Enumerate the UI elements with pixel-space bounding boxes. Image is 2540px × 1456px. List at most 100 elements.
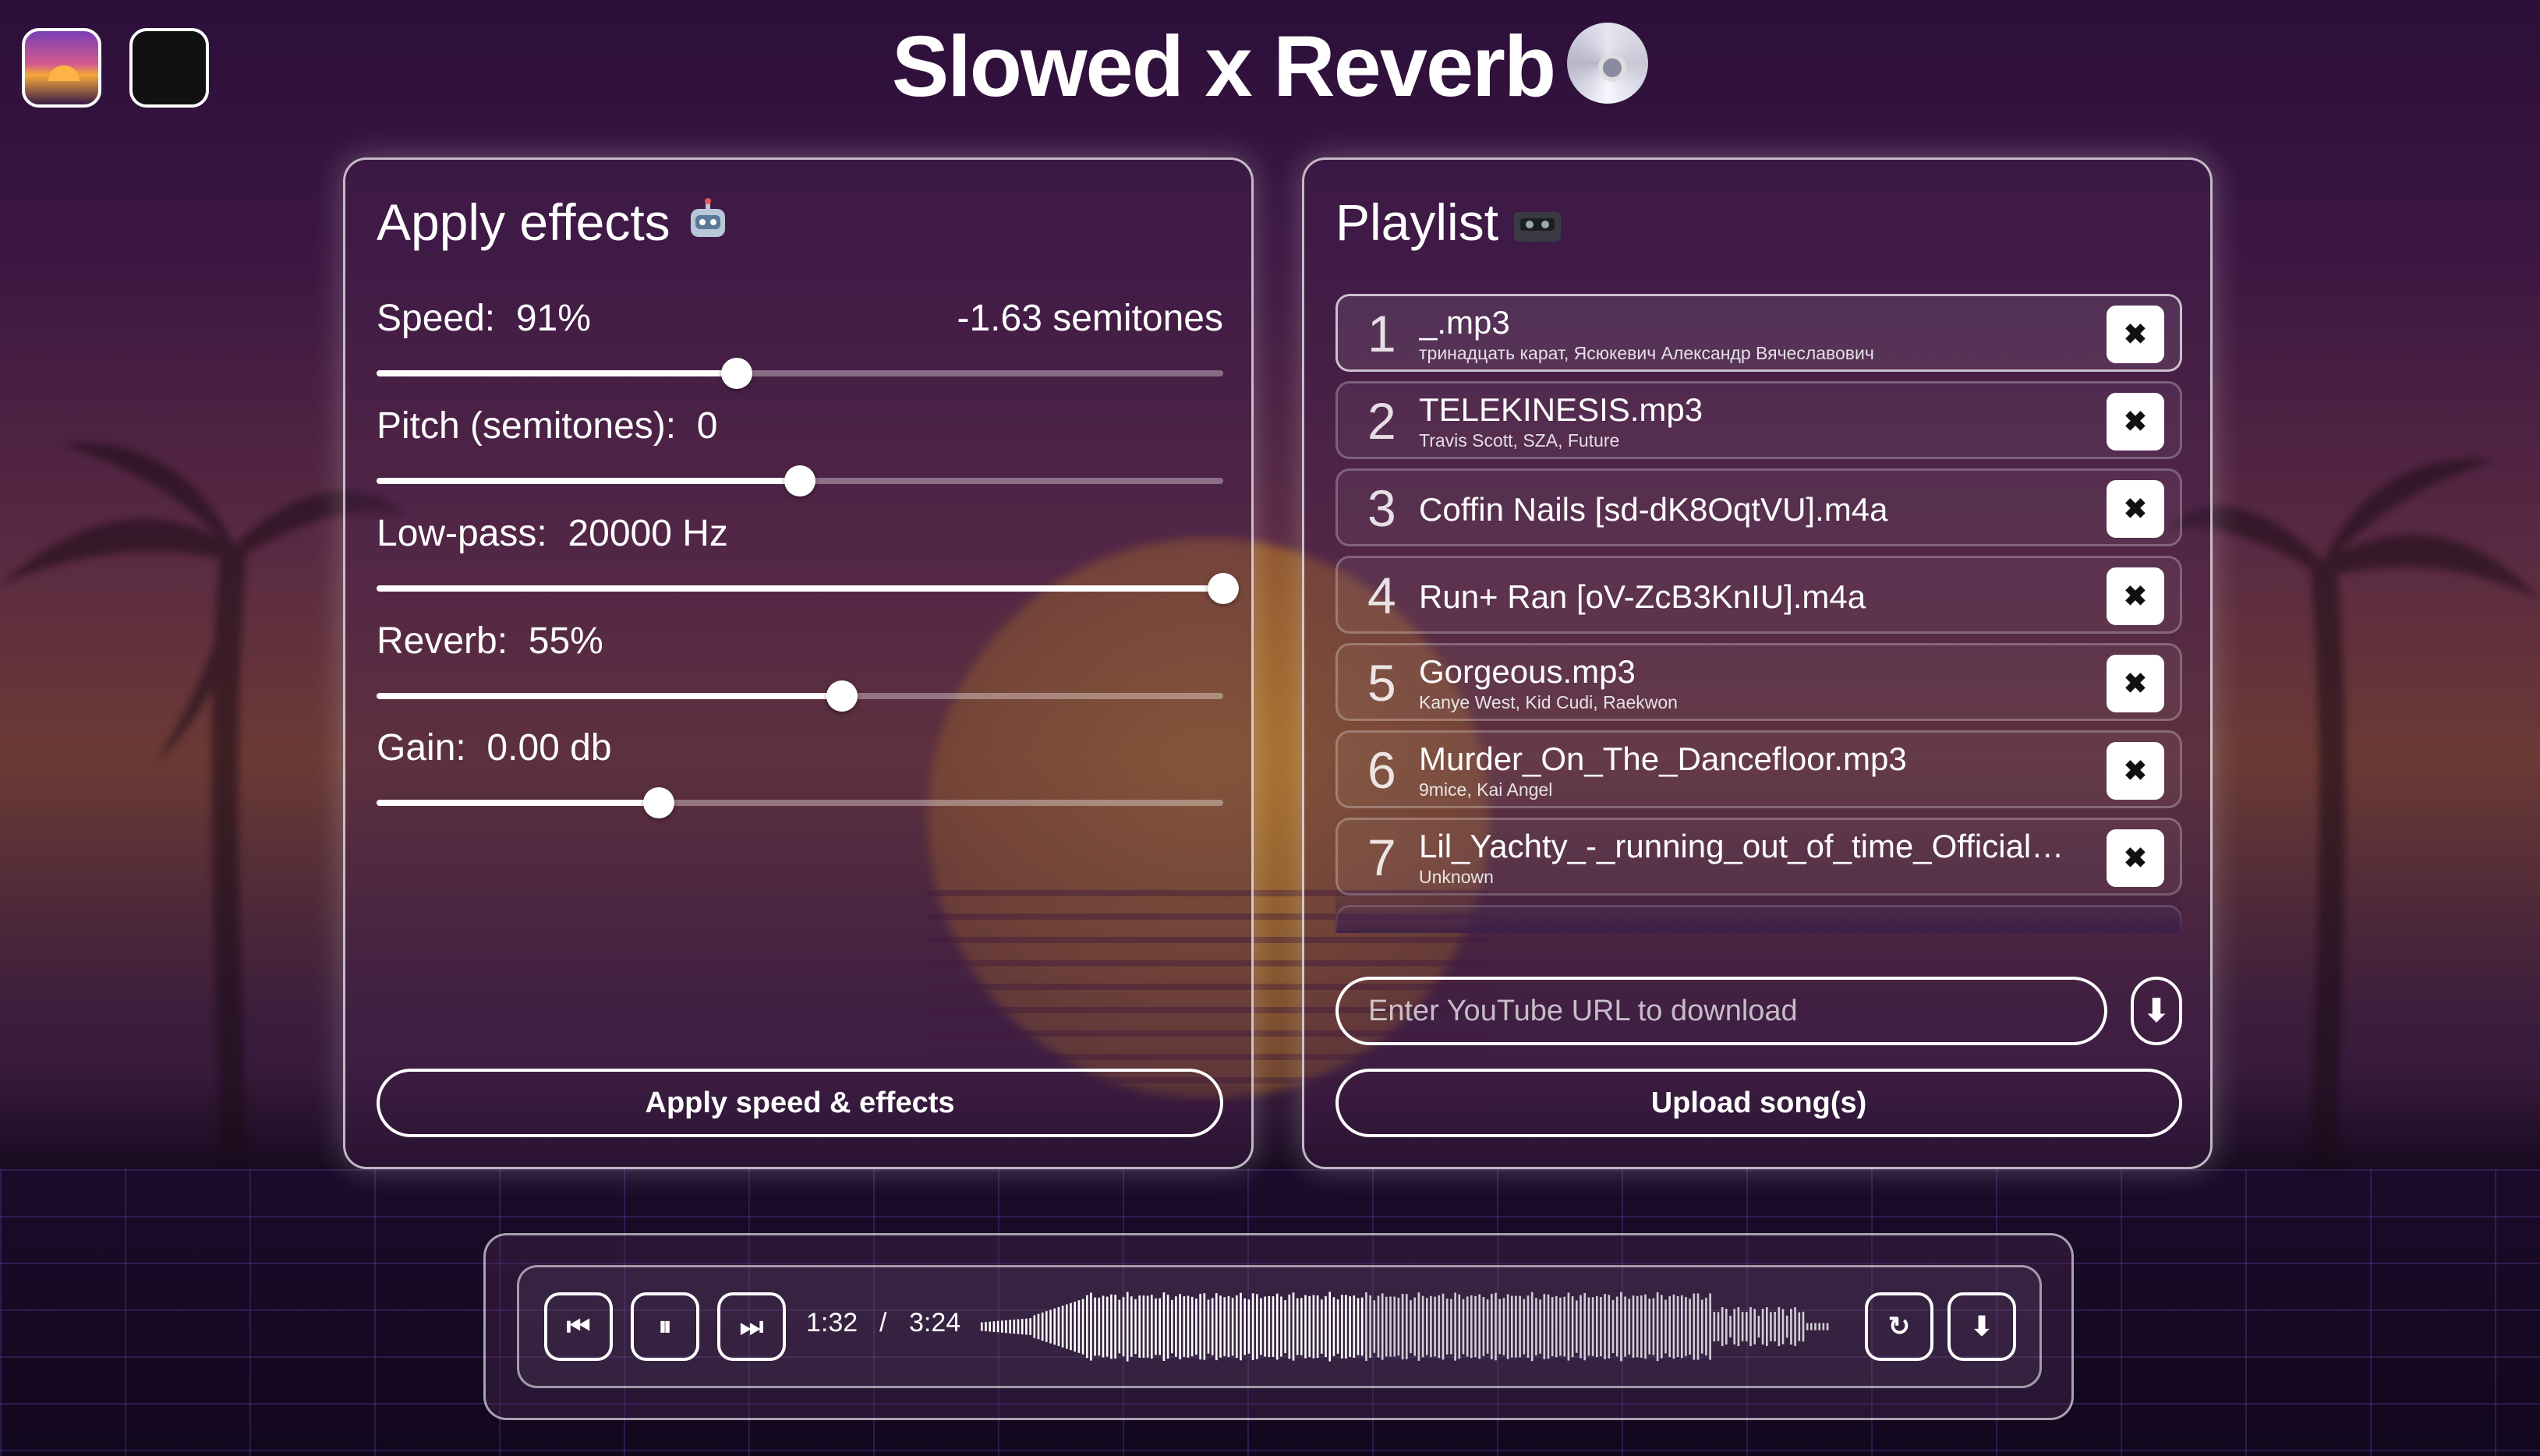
waveform-bar (1328, 1292, 1331, 1362)
waveform-bar (1438, 1295, 1441, 1359)
speed-slider-thumb[interactable] (720, 358, 752, 389)
playlist-item[interactable]: 5 Gorgeous.mp3 Kanye West, Kid Cudi, Raekw… (1335, 643, 2182, 721)
remove-track-button[interactable]: ✖ (2107, 655, 2164, 712)
waveform-bar (1580, 1295, 1582, 1359)
playlist-item-title: TELEKINESIS.mp3 (1419, 391, 1703, 428)
remove-track-button[interactable]: ✖ (2107, 306, 2164, 363)
speed-extra-info: -1.63 semitones (957, 298, 1223, 339)
effects-title: Apply effects (377, 193, 731, 256)
playlist-item-number: 7 (1367, 829, 1396, 886)
waveform-bar (1491, 1294, 1493, 1359)
waveform-bar (1583, 1292, 1586, 1361)
waveform-bar (1292, 1292, 1295, 1361)
waveform-bar (992, 1321, 996, 1332)
waveform-bar (1596, 1295, 1598, 1358)
waveform-bar (1074, 1302, 1076, 1352)
waveform-bar (1070, 1302, 1072, 1351)
waveform-bar (1118, 1299, 1121, 1354)
playlist-item-artist: тринадцать карат, Ясюкевич Александр Вяч… (1419, 343, 1874, 363)
youtube-download-button[interactable]: ⬇ (2131, 977, 2182, 1045)
waveform-bar (1778, 1306, 1781, 1346)
waveform-bar (1086, 1295, 1088, 1359)
waveform-bar (1746, 1312, 1748, 1341)
gain-slider-thumb[interactable] (642, 787, 674, 818)
waveform-bar (1385, 1296, 1388, 1357)
app-title-text: Slowed x Reverb (891, 19, 1556, 115)
playlist-panel: Playlist 1 _.mp3 тринадцать карат, Ясюкеви… (1302, 157, 2213, 1169)
playlist-item[interactable]: 2 TELEKINESIS.mp3 Travis Scott, SZA, Futur… (1335, 381, 2182, 459)
pitch-slider-thumb[interactable] (784, 465, 815, 497)
waveform-bar (1365, 1292, 1367, 1361)
remove-track-button[interactable]: ✖ (2107, 393, 2164, 451)
waveform-bar (1236, 1295, 1238, 1359)
playlist-title-text: Playlist (1335, 193, 1499, 251)
waveform-bar (1122, 1296, 1125, 1356)
remove-track-button[interactable]: ✖ (2107, 829, 2164, 887)
waveform-bar (1430, 1295, 1432, 1358)
lowpass-slider-thumb[interactable] (1208, 573, 1239, 604)
waveform-bar (1151, 1295, 1153, 1359)
remove-track-button[interactable]: ✖ (2107, 742, 2164, 800)
playlist-list[interactable]: 1 _.mp3 тринадцать карат, Ясюкевич Алексан… (1335, 294, 2182, 933)
waveform-bar (1689, 1299, 1691, 1355)
close-icon: ✖ (2123, 580, 2148, 612)
waveform-bar (1774, 1312, 1776, 1341)
waveform-bar (1336, 1299, 1339, 1354)
playlist-item[interactable]: 4 Run+ Ran [oV-ZcB3KnIU].m4a ✖ (1335, 556, 2182, 634)
upload-songs-button[interactable]: Upload song(s) (1335, 1069, 2182, 1137)
playlist-item-number: 6 (1367, 741, 1396, 799)
waveform-bar (1061, 1306, 1064, 1348)
waveform-bar (1502, 1298, 1505, 1355)
playlist-item-number: 5 (1367, 654, 1396, 712)
waveform-bar (1709, 1293, 1711, 1360)
pitch-slider[interactable] (377, 465, 1223, 497)
waveform-bar (1725, 1309, 1728, 1345)
waveform-seekbar[interactable] (981, 1291, 1831, 1362)
close-icon: ✖ (2123, 755, 2148, 786)
pause-button[interactable]: ⏸ (631, 1292, 699, 1361)
robot-icon (685, 197, 731, 256)
remove-track-button[interactable]: ✖ (2107, 480, 2164, 538)
remove-track-button[interactable]: ✖ (2107, 567, 2164, 625)
reverb-slider[interactable] (377, 680, 1223, 712)
waveform-bar (1454, 1292, 1456, 1361)
waveform-bar (1608, 1295, 1611, 1359)
waveform-bar (1652, 1298, 1655, 1355)
player-container: ⏮ ⏸ ⏭ 1:32 / 3:24 ↻ ⬇ (483, 1233, 2074, 1420)
playlist-item[interactable]: 7 Lil_Yachty_-_running_out_of_time_Offici… (1335, 818, 2182, 896)
waveform-bar (1316, 1295, 1319, 1358)
waveform-bar (1166, 1295, 1169, 1359)
waveform-bar (1591, 1297, 1594, 1356)
gain-slider[interactable] (377, 787, 1223, 818)
playlist-item[interactable]: 3 Coffin Nails [sd-dK8OqtVU].m4a ✖ (1335, 468, 2182, 546)
waveform-bar (1506, 1294, 1509, 1359)
waveform-bar (1611, 1299, 1615, 1353)
waveform-bar (1190, 1296, 1194, 1357)
youtube-url-input[interactable] (1335, 977, 2107, 1045)
loop-button[interactable]: ↻ (1865, 1292, 1933, 1361)
download-track-button[interactable]: ⬇ (1947, 1292, 2016, 1361)
waveform-bar (1138, 1295, 1141, 1358)
waveform-bar (1175, 1296, 1177, 1357)
waveform-bar (1822, 1323, 1825, 1331)
waveform-bar (1401, 1293, 1404, 1360)
download-icon: ⬇ (1970, 1312, 1993, 1341)
apply-effects-button[interactable]: Apply speed & effects (377, 1069, 1223, 1137)
playlist-item[interactable]: 6 Murder_On_The_Dancefloor.mp3 9mice, Kai … (1335, 730, 2182, 808)
waveform-bar (1523, 1299, 1526, 1355)
playlist-item-title: Murder_On_The_Dancefloor.mp3 (1419, 740, 1907, 777)
lowpass-slider[interactable] (377, 573, 1239, 604)
next-button[interactable]: ⏭ (717, 1292, 786, 1361)
videocassette-icon (1512, 197, 1562, 256)
playlist-item[interactable]: 1 _.mp3 тринадцать карат, Ясюкевич Алексан… (1335, 294, 2182, 372)
waveform-bar (1656, 1292, 1659, 1362)
palm-tree-right (2167, 458, 2540, 1169)
player-bar: ⏮ ⏸ ⏭ 1:32 / 3:24 ↻ ⬇ (517, 1265, 2042, 1388)
waveform-bar (1442, 1293, 1445, 1360)
waveform-bar (1737, 1307, 1740, 1346)
speed-slider[interactable] (377, 358, 1223, 389)
previous-button[interactable]: ⏮ (544, 1292, 613, 1361)
waveform-bar (1474, 1295, 1477, 1358)
reverb-slider-thumb[interactable] (826, 680, 858, 712)
playlist-scroll-fade (1335, 886, 2182, 933)
